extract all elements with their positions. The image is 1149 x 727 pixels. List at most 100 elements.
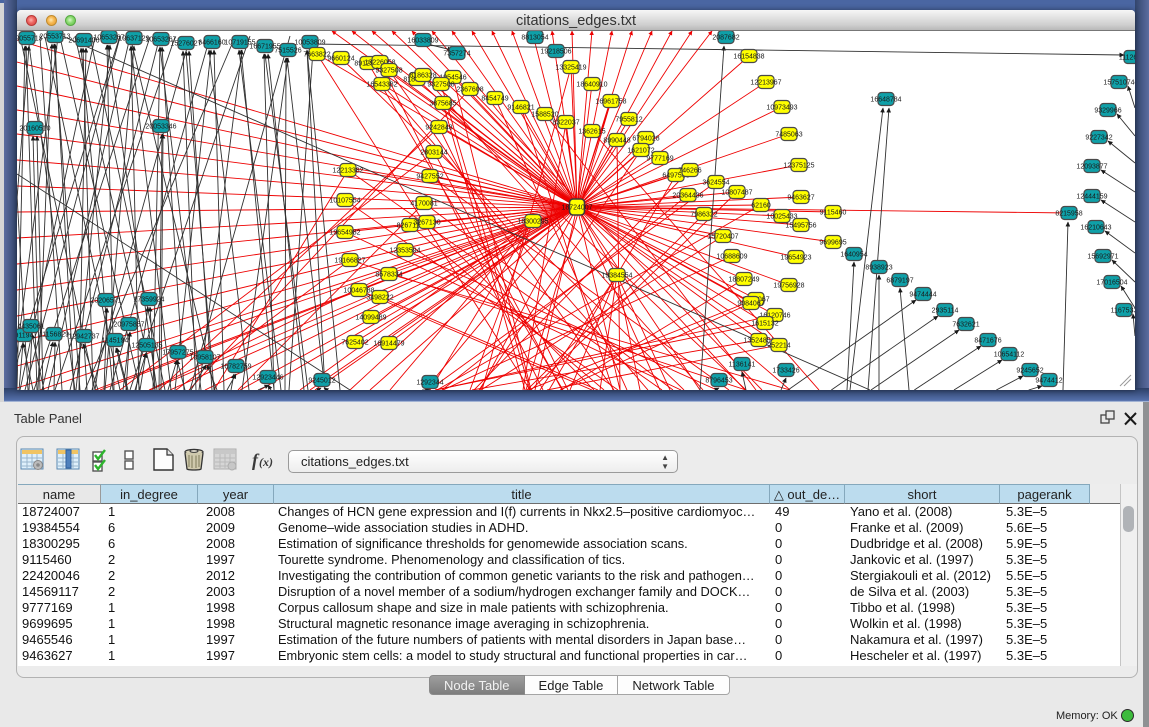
svg-text:3267130: 3267130 bbox=[413, 219, 440, 226]
svg-text:19958107: 19958107 bbox=[189, 354, 220, 361]
svg-text:12942737: 12942737 bbox=[68, 333, 99, 340]
svg-text:20975857: 20975857 bbox=[113, 321, 144, 328]
svg-text:4170081: 4170081 bbox=[410, 200, 437, 207]
svg-text:9084067: 9084067 bbox=[737, 300, 764, 307]
svg-text:9427552: 9427552 bbox=[416, 173, 443, 180]
svg-text:9242848: 9242848 bbox=[425, 124, 452, 131]
svg-text:7485063: 7485063 bbox=[775, 131, 802, 138]
svg-text:20364436: 20364436 bbox=[672, 192, 703, 199]
svg-text:9146821: 9146821 bbox=[507, 104, 534, 111]
svg-text:12375125: 12375125 bbox=[783, 162, 814, 169]
svg-text:3624554: 3624554 bbox=[702, 179, 729, 186]
svg-text:9463627: 9463627 bbox=[787, 194, 814, 201]
svg-text:1640954: 1640954 bbox=[840, 251, 867, 258]
svg-text:10107554: 10107554 bbox=[329, 197, 360, 204]
svg-text:14099489: 14099489 bbox=[355, 314, 386, 321]
svg-text:9474444: 9474444 bbox=[909, 291, 936, 298]
svg-text:7632621: 7632621 bbox=[952, 321, 979, 328]
svg-text:1292344: 1292344 bbox=[416, 379, 443, 386]
svg-text:19654982: 19654982 bbox=[329, 229, 360, 236]
svg-text:9699695: 9699695 bbox=[819, 239, 846, 246]
svg-text:8990448: 8990448 bbox=[603, 137, 630, 144]
svg-text:6466160: 6466160 bbox=[198, 39, 225, 46]
svg-text:7986322: 7986322 bbox=[690, 211, 717, 218]
svg-text:20160510: 20160510 bbox=[19, 125, 50, 132]
svg-text:19218506: 19218506 bbox=[540, 48, 571, 55]
svg-text:8471676: 8471676 bbox=[974, 337, 1001, 344]
svg-text:9115460: 9115460 bbox=[820, 209, 847, 216]
svg-text:1615132: 1615132 bbox=[751, 320, 778, 327]
svg-text:3911947: 3911947 bbox=[17, 332, 37, 339]
svg-text:2367608: 2367608 bbox=[456, 86, 483, 93]
svg-text:12093877: 12093877 bbox=[1076, 163, 1107, 170]
svg-text:8215958: 8215958 bbox=[1055, 210, 1082, 217]
svg-text:10046788: 10046788 bbox=[343, 287, 374, 294]
svg-text:16033809: 16033809 bbox=[407, 37, 438, 44]
svg-text:17359924: 17359924 bbox=[133, 296, 164, 303]
svg-text:10654112: 10654112 bbox=[994, 351, 1025, 358]
svg-text:12213967: 12213967 bbox=[750, 79, 781, 86]
svg-text:19654923: 19654923 bbox=[780, 254, 811, 261]
svg-text:20553713: 20553713 bbox=[39, 33, 70, 40]
svg-text:9327508: 9327508 bbox=[427, 81, 454, 88]
svg-text:18300295: 18300295 bbox=[517, 218, 548, 225]
svg-text:62160: 62160 bbox=[751, 202, 771, 209]
svg-text:15751074: 15751074 bbox=[1103, 79, 1134, 86]
svg-text:11156829: 11156829 bbox=[39, 331, 69, 338]
svg-text:1588520: 1588520 bbox=[531, 111, 558, 118]
svg-text:12444159: 12444159 bbox=[1076, 193, 1107, 200]
svg-text:746266: 746266 bbox=[678, 167, 701, 174]
svg-text:10025433: 10025433 bbox=[766, 213, 797, 220]
svg-text:12923446: 12923446 bbox=[252, 374, 283, 381]
svg-text:8578334: 8578334 bbox=[375, 271, 402, 278]
svg-text:16210643: 16210643 bbox=[1080, 224, 1111, 231]
svg-text:1136141: 1136141 bbox=[729, 361, 756, 368]
svg-text:9245652: 9245652 bbox=[1016, 367, 1043, 374]
svg-text:252214: 252214 bbox=[767, 342, 790, 349]
svg-text:(x): (x) bbox=[259, 455, 273, 469]
svg-text:17016504: 17016504 bbox=[1096, 279, 1127, 286]
svg-text:12353594: 12353594 bbox=[389, 247, 420, 254]
svg-text:1362615: 1362615 bbox=[578, 128, 605, 135]
svg-text:20206571: 20206571 bbox=[90, 297, 121, 304]
svg-text:7515526: 7515526 bbox=[274, 47, 301, 54]
svg-text:2803144: 2803144 bbox=[420, 149, 447, 156]
svg-text:9227342: 9227342 bbox=[1085, 134, 1112, 141]
svg-text:15276027: 15276027 bbox=[170, 40, 201, 47]
svg-text:8796453: 8796453 bbox=[705, 377, 732, 384]
svg-text:16914479: 16914479 bbox=[373, 340, 404, 347]
svg-text:8938923: 8938923 bbox=[865, 264, 892, 271]
svg-text:19166827: 19166827 bbox=[334, 257, 365, 264]
svg-text:16648784: 16648784 bbox=[870, 96, 901, 103]
svg-text:6794028: 6794028 bbox=[632, 135, 659, 142]
svg-text:16154838: 16154838 bbox=[733, 53, 764, 60]
svg-text:12505135: 12505135 bbox=[131, 342, 162, 349]
svg-text:19756928: 19756928 bbox=[773, 282, 804, 289]
svg-text:7357274: 7357274 bbox=[443, 50, 470, 57]
svg-text:6879197: 6879197 bbox=[886, 277, 913, 284]
svg-text:10807487: 10807487 bbox=[721, 189, 752, 196]
svg-text:18807249: 18807249 bbox=[728, 276, 759, 283]
svg-text:18724007: 18724007 bbox=[561, 205, 592, 212]
svg-text:10973493: 10973493 bbox=[766, 104, 797, 111]
svg-text:1167533: 1167533 bbox=[1111, 307, 1135, 314]
svg-text:8322037: 8322037 bbox=[552, 119, 579, 126]
svg-text:7955812: 7955812 bbox=[615, 116, 642, 123]
svg-text:20053346: 20053346 bbox=[145, 123, 176, 130]
svg-text:9245012: 9245012 bbox=[308, 377, 335, 384]
svg-text:1112674: 1112674 bbox=[1119, 54, 1135, 61]
svg-text:9327508: 9327508 bbox=[375, 67, 402, 74]
svg-text:10688609: 10688609 bbox=[716, 253, 747, 260]
svg-text:9474412: 9474412 bbox=[1035, 377, 1062, 384]
svg-text:10053809: 10053809 bbox=[294, 39, 325, 46]
svg-text:12213382: 12213382 bbox=[332, 167, 363, 174]
svg-text:8186328: 8186328 bbox=[409, 72, 436, 79]
svg-text:16961758: 16961758 bbox=[595, 98, 626, 105]
svg-text:1621072: 1621072 bbox=[627, 147, 654, 154]
svg-text:15720407: 15720407 bbox=[707, 233, 738, 240]
svg-text:9329966: 9329966 bbox=[1094, 107, 1121, 114]
svg-text:2935114: 2935114 bbox=[932, 307, 959, 314]
svg-text:9777169: 9777169 bbox=[646, 155, 673, 162]
svg-text:16782759: 16782759 bbox=[220, 363, 251, 370]
svg-text:2087682: 2087682 bbox=[712, 34, 739, 41]
